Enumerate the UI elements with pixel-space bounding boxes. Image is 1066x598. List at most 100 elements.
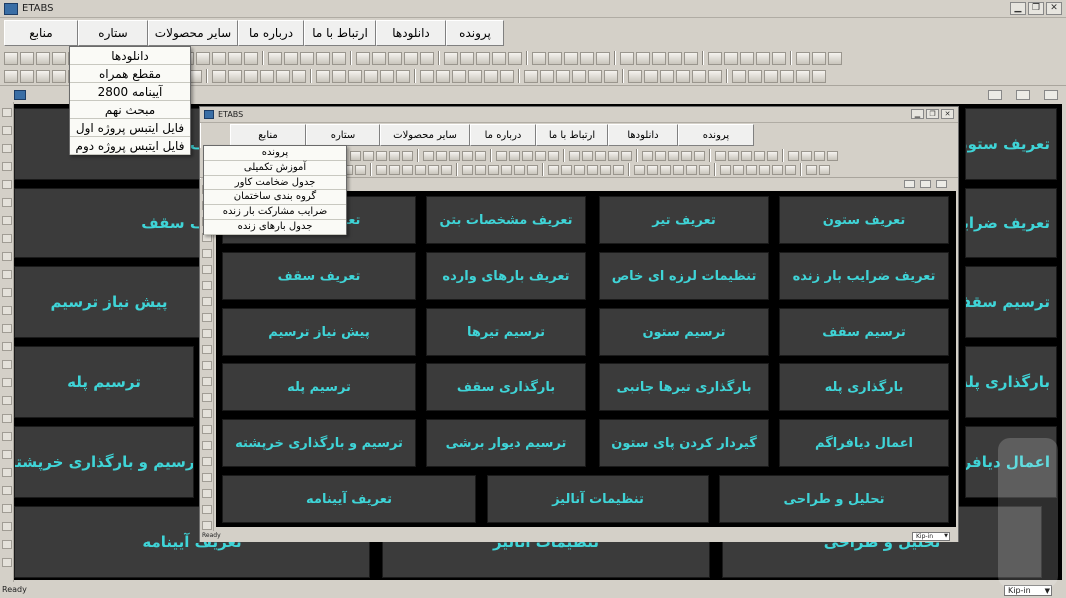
toolbar-tool-icon[interactable] (316, 69, 330, 83)
toolbar-tool-icon[interactable] (300, 51, 314, 65)
mdi-close-icon[interactable] (1044, 90, 1058, 100)
toolbar-tool-icon[interactable] (764, 69, 778, 83)
side-tool-icon[interactable] (2, 432, 12, 441)
toolbar-tool-icon[interactable] (496, 150, 507, 161)
inner-tile[interactable]: تعریف ضرایب بار زنده (779, 252, 949, 300)
toolbar-tool-icon[interactable] (828, 51, 842, 65)
toolbar-tool-icon[interactable] (244, 69, 258, 83)
side-tool-icon[interactable] (2, 126, 12, 135)
side-tool-icon[interactable] (2, 540, 12, 549)
toolbar-tool-icon[interactable] (676, 69, 690, 83)
side-tool-icon[interactable] (2, 360, 12, 369)
toolbar-tool-icon[interactable] (292, 69, 306, 83)
toolbar-tool-icon[interactable] (604, 69, 618, 83)
inner-restore-icon[interactable]: ❐ (926, 109, 939, 119)
toolbar-tool-icon[interactable] (564, 51, 578, 65)
toolbar-tool-icon[interactable] (746, 164, 757, 175)
toolbar-tool-icon[interactable] (652, 51, 666, 65)
toolbar-tool-icon[interactable] (686, 164, 697, 175)
toolbar-tool-icon[interactable] (20, 69, 34, 83)
side-tool-icon[interactable] (2, 378, 12, 387)
toolbar-tool-icon[interactable] (724, 51, 738, 65)
side-tool-icon[interactable] (202, 345, 212, 354)
side-tool-icon[interactable] (202, 329, 212, 338)
outer-tile[interactable]: تعریف ستون (965, 108, 1057, 180)
side-tool-icon[interactable] (202, 265, 212, 274)
toolbar-tool-icon[interactable] (574, 164, 585, 175)
inner-tile[interactable]: بارگذاری سقف (426, 363, 586, 411)
toolbar-tool-icon[interactable] (540, 69, 554, 83)
toolbar-tool-icon[interactable] (732, 69, 746, 83)
inner-tile[interactable]: ترسیم دیوار برشی (426, 419, 586, 467)
toolbar-tool-icon[interactable] (212, 69, 226, 83)
toolbar-tool-icon[interactable] (728, 150, 739, 161)
outer-tile[interactable]: ترسیم سقف (965, 266, 1057, 338)
menu-contact[interactable]: ارتباط با ما (304, 20, 376, 46)
toolbar-tool-icon[interactable] (668, 51, 682, 65)
inner-units-select[interactable]: Kip-in ▼ (912, 532, 950, 541)
toolbar-tool-icon[interactable] (452, 69, 466, 83)
toolbar-tool-icon[interactable] (561, 164, 572, 175)
toolbar-tool-icon[interactable] (814, 150, 825, 161)
side-tool-icon[interactable] (202, 521, 212, 530)
menu-about[interactable]: درباره ما (238, 20, 304, 46)
toolbar-tool-icon[interactable] (196, 51, 210, 65)
inner-tile[interactable]: گیردار کردن پای ستون (599, 419, 769, 467)
toolbar-tool-icon[interactable] (660, 164, 671, 175)
toolbar-tool-icon[interactable] (748, 69, 762, 83)
side-tool-icon[interactable] (2, 558, 12, 567)
toolbar-tool-icon[interactable] (260, 69, 274, 83)
inner-tile[interactable]: ترسیم ستون (599, 308, 769, 356)
toolbar-tool-icon[interactable] (522, 150, 533, 161)
toolbar-tool-icon[interactable] (36, 51, 50, 65)
inner-mdi-close-icon[interactable] (936, 180, 947, 188)
dropdown-item[interactable]: مقطع همراه (70, 65, 190, 83)
inner-menu-other-products[interactable]: سایر محصولات (380, 124, 470, 146)
inner-menu-downloads[interactable]: دانلودها (608, 124, 678, 146)
toolbar-tool-icon[interactable] (228, 69, 242, 83)
dropdown-item[interactable]: دانلودها (70, 47, 190, 65)
toolbar-tool-icon[interactable] (332, 51, 346, 65)
toolbar-tool-icon[interactable] (389, 164, 400, 175)
toolbar-tool-icon[interactable] (668, 150, 679, 161)
side-tool-icon[interactable] (202, 249, 212, 258)
dropdown-item[interactable]: جدول بارهای زنده (204, 220, 346, 235)
toolbar-tool-icon[interactable] (708, 51, 722, 65)
side-tool-icon[interactable] (2, 144, 12, 153)
toolbar-tool-icon[interactable] (428, 164, 439, 175)
inner-tile[interactable]: تعریف بارهای وارده (426, 252, 586, 300)
toolbar-tool-icon[interactable] (20, 51, 34, 65)
toolbar-tool-icon[interactable] (819, 164, 830, 175)
toolbar-tool-icon[interactable] (788, 150, 799, 161)
toolbar-tool-icon[interactable] (376, 150, 387, 161)
dropdown-item[interactable]: فایل ایتبس پروژه دوم (70, 137, 190, 155)
dropdown-item[interactable]: فایل ایتبس پروژه اول (70, 119, 190, 137)
inner-tile[interactable]: تحلیل و طراحی (719, 475, 949, 523)
toolbar-tool-icon[interactable] (588, 69, 602, 83)
toolbar-tool-icon[interactable] (475, 164, 486, 175)
inner-tile[interactable]: بارگذاری تیرها جانبی (599, 363, 769, 411)
toolbar-tool-icon[interactable] (642, 150, 653, 161)
toolbar-tool-icon[interactable] (548, 51, 562, 65)
inner-menu-resources[interactable]: منابع (230, 124, 306, 146)
toolbar-tool-icon[interactable] (812, 51, 826, 65)
toolbar-tool-icon[interactable] (681, 150, 692, 161)
toolbar-tool-icon[interactable] (350, 150, 361, 161)
toolbar-tool-icon[interactable] (4, 51, 18, 65)
side-tool-icon[interactable] (2, 414, 12, 423)
side-tool-icon[interactable] (2, 270, 12, 279)
toolbar-tool-icon[interactable] (363, 150, 374, 161)
toolbar-tool-icon[interactable] (692, 69, 706, 83)
toolbar-tool-icon[interactable] (708, 69, 722, 83)
toolbar-tool-icon[interactable] (801, 150, 812, 161)
toolbar-tool-icon[interactable] (441, 164, 452, 175)
side-tool-icon[interactable] (2, 234, 12, 243)
side-tool-icon[interactable] (2, 396, 12, 405)
toolbar-tool-icon[interactable] (36, 69, 50, 83)
toolbar-tool-icon[interactable] (827, 150, 838, 161)
toolbar-tool-icon[interactable] (476, 51, 490, 65)
toolbar-tool-icon[interactable] (647, 164, 658, 175)
inner-tile[interactable]: تنظیمات لرزه ای خاص (599, 252, 769, 300)
toolbar-tool-icon[interactable] (228, 51, 242, 65)
inner-close-icon[interactable]: ✕ (941, 109, 954, 119)
